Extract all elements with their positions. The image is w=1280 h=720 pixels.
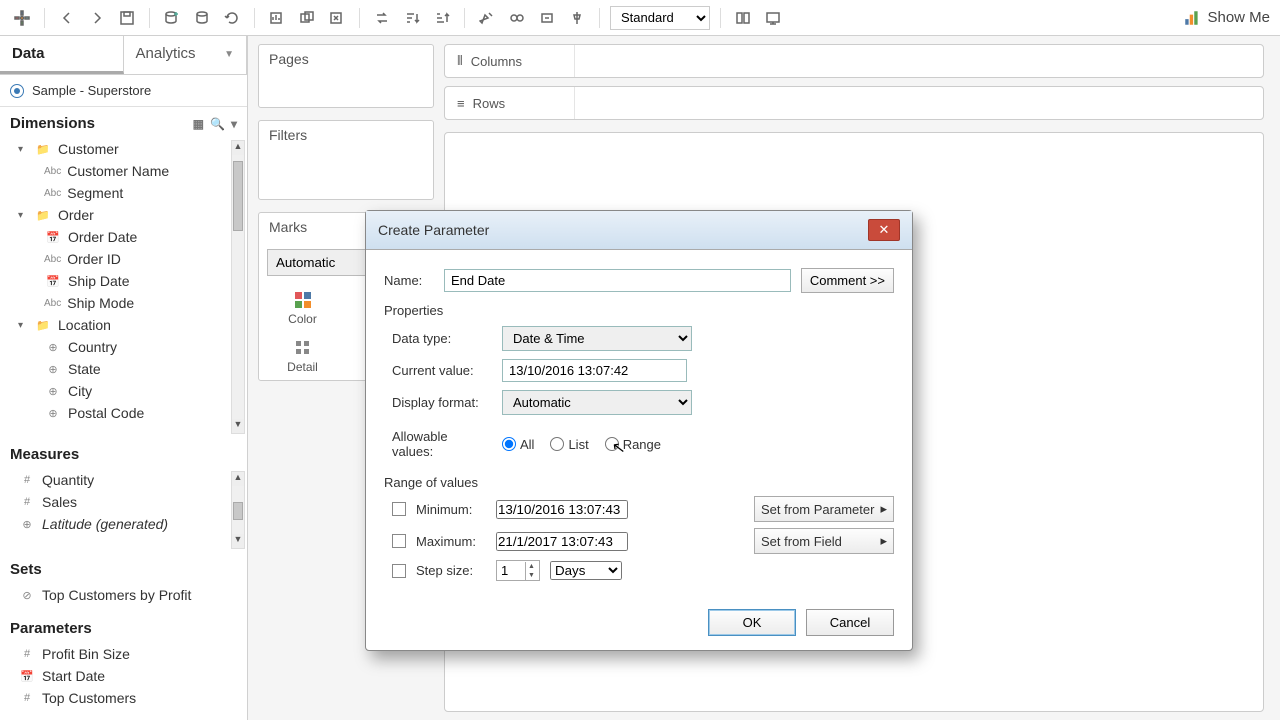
max-label: Maximum:: [416, 534, 486, 549]
comment-button[interactable]: Comment >>: [801, 268, 894, 293]
dim-scrollbar[interactable]: ▲ ▼: [231, 140, 245, 434]
marks-color[interactable]: Color: [259, 284, 346, 332]
allowable-label: Allowable values:: [392, 429, 492, 459]
new-sheet-icon[interactable]: [265, 6, 289, 30]
dim-postal[interactable]: ⊕Postal Code: [0, 402, 247, 424]
create-parameter-dialog: Create Parameter ✕ Name: Comment >> Prop…: [365, 210, 913, 651]
sort-desc-icon[interactable]: [430, 6, 454, 30]
sort-asc-icon[interactable]: [400, 6, 424, 30]
name-input[interactable]: [444, 269, 791, 292]
dim-location-group[interactable]: ▾📁Location: [0, 314, 247, 336]
pages-shelf[interactable]: Pages: [258, 44, 434, 108]
datasource-icon: [10, 84, 24, 98]
radio-list[interactable]: List: [550, 437, 588, 452]
fit-select[interactable]: Standard: [610, 6, 710, 30]
properties-label: Properties: [384, 303, 894, 318]
datasource-row[interactable]: Sample - Superstore: [0, 75, 247, 107]
dialog-title: Create Parameter: [378, 222, 489, 238]
radio-range[interactable]: Range: [605, 437, 661, 452]
param-start-date[interactable]: 📅Start Date: [0, 665, 247, 687]
dim-order-id[interactable]: AbcOrder ID: [0, 248, 247, 270]
meas-sales[interactable]: #Sales: [0, 491, 247, 513]
cancel-button[interactable]: Cancel: [806, 609, 894, 636]
current-value-input[interactable]: [502, 359, 687, 382]
dim-customer-group[interactable]: ▾📁Customer: [0, 138, 247, 160]
tab-data[interactable]: Data: [0, 36, 124, 74]
cards-icon[interactable]: [731, 6, 755, 30]
color-icon: [293, 290, 313, 310]
dim-segment[interactable]: AbcSegment: [0, 182, 247, 204]
tab-analytics[interactable]: Analytics▼: [124, 36, 248, 74]
save-icon[interactable]: [115, 6, 139, 30]
max-input[interactable]: [496, 532, 628, 551]
set-top-customers[interactable]: ⊘Top Customers by Profit: [0, 584, 247, 606]
dim-country[interactable]: ⊕Country: [0, 336, 247, 358]
forward-icon[interactable]: [85, 6, 109, 30]
set-from-field-button[interactable]: Set from Field▸: [754, 528, 894, 554]
set-from-parameter-button[interactable]: Set from Parameter▸: [754, 496, 894, 522]
dim-order-group[interactable]: ▾📁Order: [0, 204, 247, 226]
meas-latitude[interactable]: ⊕Latitude (generated): [0, 513, 247, 535]
rows-icon: ≡: [457, 96, 465, 111]
clear-icon[interactable]: [325, 6, 349, 30]
max-checkbox[interactable]: [392, 534, 406, 548]
current-value-label: Current value:: [392, 363, 492, 378]
pin-icon[interactable]: [565, 6, 589, 30]
back-icon[interactable]: [55, 6, 79, 30]
dim-customer-name[interactable]: AbcCustomer Name: [0, 160, 247, 182]
name-label: Name:: [384, 273, 434, 288]
main-toolbar: Standard Show Me: [0, 0, 1280, 36]
search-icon[interactable]: 🔍: [210, 117, 225, 131]
meas-quantity[interactable]: #Quantity: [0, 469, 247, 491]
dim-state[interactable]: ⊕State: [0, 358, 247, 380]
step-spinner[interactable]: ▲▼: [496, 560, 540, 581]
close-icon[interactable]: ✕: [868, 219, 900, 241]
rows-shelf[interactable]: ≡Rows: [444, 86, 1264, 120]
dimensions-header: Dimensions ▦🔍▾: [0, 107, 247, 136]
menu-icon[interactable]: ▾: [231, 117, 237, 131]
data-pane: Data Analytics▼ Sample - Superstore Dime…: [0, 36, 248, 720]
label-icon[interactable]: [535, 6, 559, 30]
presentation-icon[interactable]: [761, 6, 785, 30]
detail-icon: [293, 338, 313, 358]
measures-header: Measures: [0, 438, 247, 467]
step-unit-select[interactable]: Days: [550, 561, 622, 580]
dim-order-date[interactable]: 📅Order Date: [0, 226, 247, 248]
group-icon[interactable]: [505, 6, 529, 30]
pause-icon[interactable]: [190, 6, 214, 30]
radio-all[interactable]: All: [502, 437, 534, 452]
min-checkbox[interactable]: [392, 502, 406, 516]
swap-icon[interactable]: [370, 6, 394, 30]
range-label: Range of values: [384, 475, 894, 490]
ok-button[interactable]: OK: [708, 609, 796, 636]
step-label: Step size:: [416, 563, 486, 578]
datatype-select[interactable]: Date & Time: [502, 326, 692, 351]
highlight-icon[interactable]: [475, 6, 499, 30]
columns-shelf[interactable]: ⦀Columns: [444, 44, 1264, 78]
parameters-header: Parameters: [0, 612, 247, 641]
show-me-button[interactable]: Show Me: [1183, 9, 1270, 27]
display-format-label: Display format:: [392, 395, 492, 410]
new-datasource-icon[interactable]: [160, 6, 184, 30]
view-icon[interactable]: ▦: [193, 117, 204, 131]
logo-icon: [10, 6, 34, 30]
step-checkbox[interactable]: [392, 564, 406, 578]
min-label: Minimum:: [416, 502, 486, 517]
refresh-icon[interactable]: [220, 6, 244, 30]
min-input[interactable]: [496, 500, 628, 519]
dim-ship-date[interactable]: 📅Ship Date: [0, 270, 247, 292]
sets-header: Sets: [0, 553, 247, 582]
meas-scrollbar[interactable]: ▲ ▼: [231, 471, 245, 549]
filters-shelf[interactable]: Filters: [258, 120, 434, 200]
param-top-customers[interactable]: #Top Customers: [0, 687, 247, 709]
dim-ship-mode[interactable]: AbcShip Mode: [0, 292, 247, 314]
param-profit-bin[interactable]: #Profit Bin Size: [0, 643, 247, 665]
datatype-label: Data type:: [392, 331, 492, 346]
display-format-select[interactable]: Automatic: [502, 390, 692, 415]
marks-detail[interactable]: Detail: [259, 332, 346, 380]
columns-icon: ⦀: [457, 53, 463, 69]
dim-city[interactable]: ⊕City: [0, 380, 247, 402]
duplicate-icon[interactable]: [295, 6, 319, 30]
